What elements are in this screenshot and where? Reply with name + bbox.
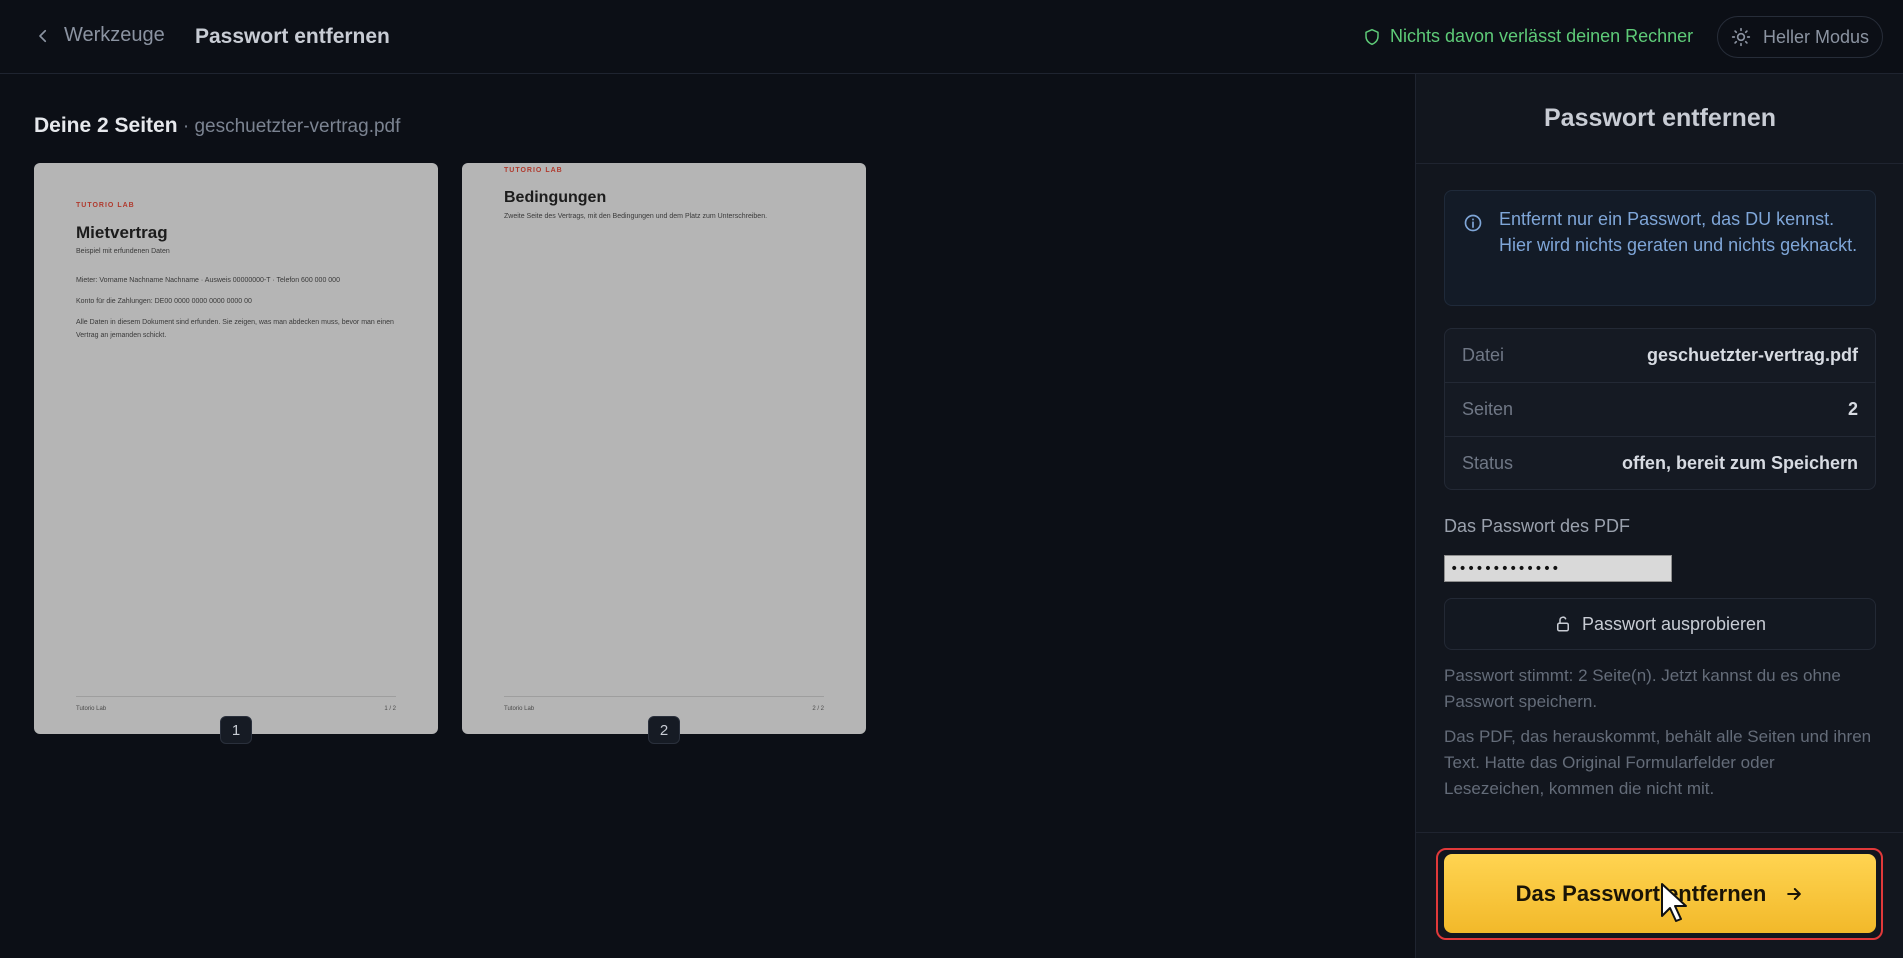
page-title: Passwort entfernen [195, 25, 390, 48]
info-icon [1464, 214, 1482, 232]
page-footer-right: 2 / 2 [812, 706, 824, 712]
page-brand: TUTORIO LAB [504, 167, 563, 174]
mouse-pointer-icon [1661, 883, 1687, 922]
password-label: Das Passwort des PDF [1444, 516, 1631, 536]
sidebar-footer-divider [1416, 832, 1903, 833]
pages-count: Deine 2 Seiten [34, 114, 178, 137]
page-line: Alle Daten in diesem Dokument sind erfun… [76, 319, 394, 339]
meta-row-status: Status offen, bereit zum Speichern [1445, 436, 1875, 489]
meta-row-file: Datei geschuetzter-vertrag.pdf [1445, 329, 1875, 382]
info-callout: Entfernt nur ein Passwort, das DU kennst… [1444, 190, 1876, 306]
top-bar: Werkzeuge Passwort entfernen Nichts davo… [0, 0, 1903, 74]
meta-value: offen, bereit zum Speichern [1621, 452, 1858, 473]
try-password-label: Passwort ausprobieren [1581, 613, 1767, 634]
sidebar-title: Passwort entfernen [1416, 74, 1903, 164]
page-line: Zweite Seite des Vertrags, mit den Bedin… [504, 213, 768, 220]
page-line: Konto für die Zahlungen: DE00 0000 0000 … [76, 298, 252, 305]
chevron-left-icon [39, 29, 47, 42]
page-heading: Mietvertrag [76, 223, 168, 242]
meta-value: 2 [1847, 398, 1858, 419]
page-footer-left: Tutorio Lab [76, 706, 107, 712]
page-number-badge: 2 [648, 716, 680, 744]
page-footer-divider [504, 696, 824, 697]
light-mode-button[interactable]: Heller Modus [1717, 16, 1883, 58]
light-mode-label: Heller Modus [1762, 26, 1870, 47]
meta-value: geschuetzter-vertrag.pdf [1646, 345, 1858, 365]
privacy-text: Nichts davon verlässt deinen Rechner [1390, 26, 1694, 46]
back-link-label: Werkzeuge [64, 24, 165, 46]
pages-heading: Deine 2 Seiten · geschuetzter-vertrag.pd… [34, 114, 400, 138]
sun-icon [1731, 27, 1751, 47]
try-password-button[interactable]: Passwort ausprobieren [1444, 598, 1876, 650]
page-thumbnail-2[interactable]: TUTORIO LAB Bedingungen Zweite Seite des… [462, 163, 866, 734]
meta-key: Status [1462, 452, 1514, 473]
meta-row-pages: Seiten 2 [1445, 382, 1875, 435]
page-footer-left: Tutorio Lab [504, 706, 535, 712]
file-info-table: Datei geschuetzter-vertrag.pdf Seiten 2 … [1444, 328, 1876, 490]
page-thumbnail-1[interactable]: TUTORIO LAB Mietvertrag Beispiel mit erf… [34, 163, 438, 734]
pages-filename: · geschuetzter-vertrag.pdf [177, 116, 401, 137]
back-link[interactable]: Werkzeuge [34, 24, 165, 47]
page-footer-divider [76, 696, 396, 697]
page-brand: TUTORIO LAB [76, 202, 135, 209]
output-info-note: Das PDF, das herauskommt, behält alle Se… [1444, 727, 1872, 798]
remove-password-label: Das Passwort entfernen [1515, 880, 1767, 906]
page-number-badge: 1 [220, 716, 252, 744]
privacy-notice: Nichts davon verlässt deinen Rechner [1364, 26, 1693, 47]
tool-sidebar: Passwort entfernen Entfernt nur ein Pass… [1415, 74, 1903, 958]
page-footer-right: 1 / 2 [384, 706, 396, 712]
shield-icon [1365, 28, 1379, 45]
password-status-note: Passwort stimmt: 2 Seite(n). Jetzt kanns… [1444, 666, 1841, 711]
password-input[interactable] [1444, 555, 1672, 582]
page-heading: Bedingungen [504, 189, 607, 206]
arrow-right-icon [1787, 887, 1802, 900]
unlock-icon [1556, 616, 1569, 632]
page-subtitle: Beispiel mit erfundenen Daten [76, 248, 170, 255]
info-text: Entfernt nur ein Passwort, das DU kennst… [1499, 209, 1858, 255]
meta-key: Datei [1462, 345, 1505, 365]
meta-key: Seiten [1462, 398, 1514, 419]
page-line: Mieter: Vorname Nachname Nachname · Ausw… [76, 277, 340, 284]
